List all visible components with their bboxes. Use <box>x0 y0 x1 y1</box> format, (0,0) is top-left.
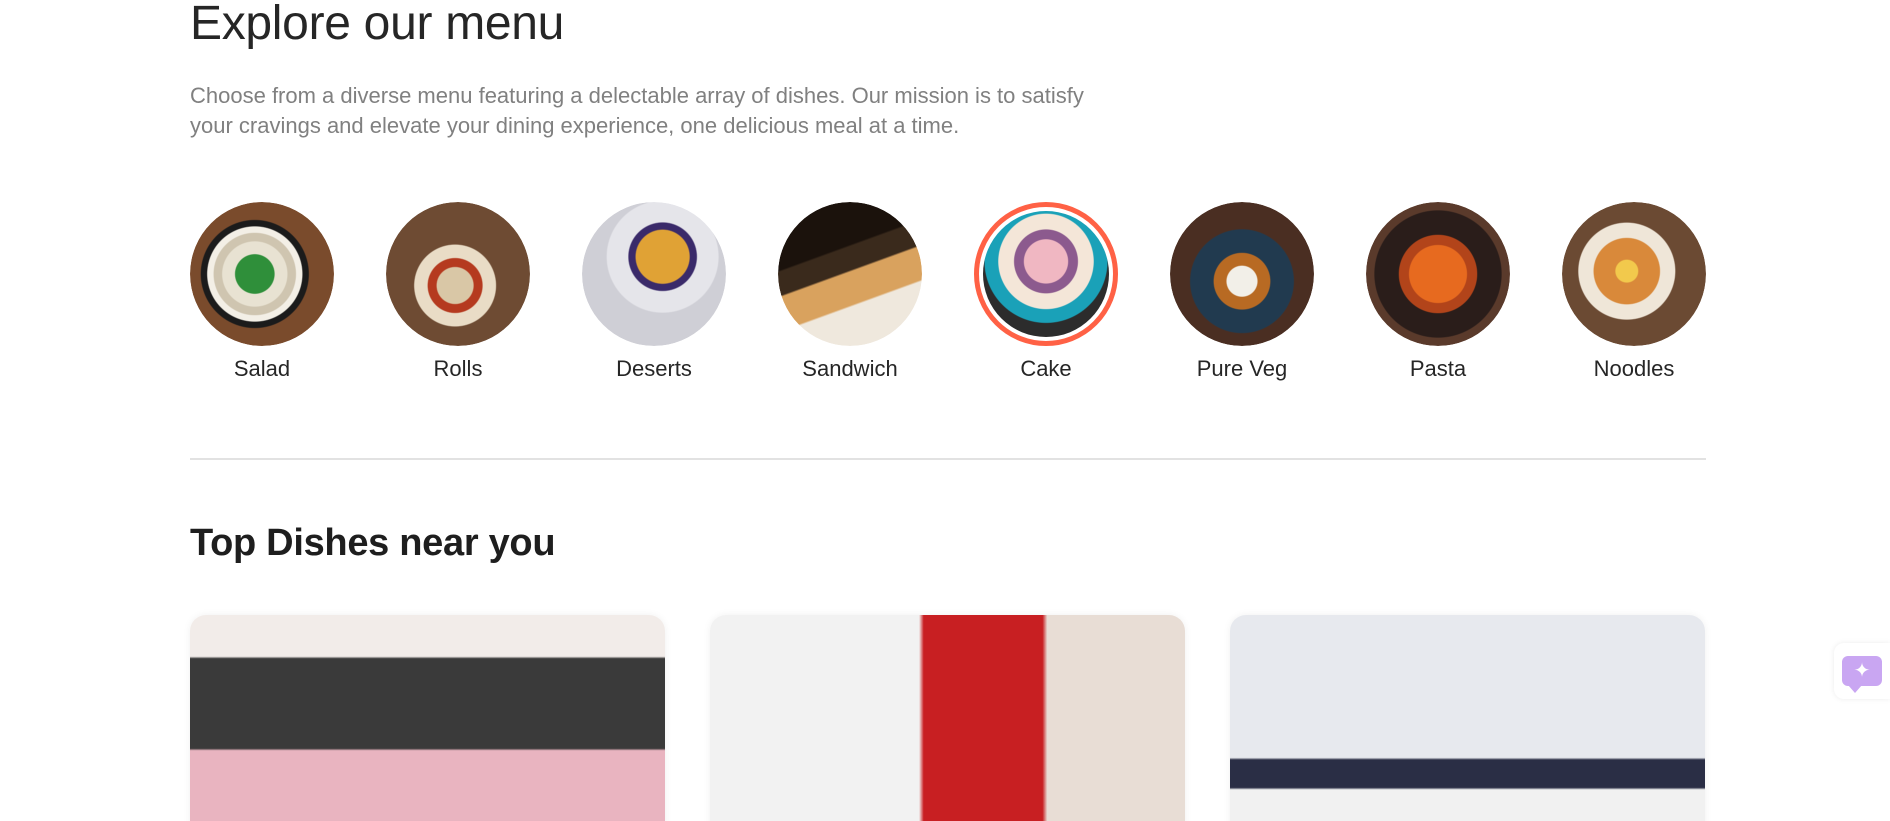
explore-menu-description: Choose from a diverse menu featuring a d… <box>190 83 1084 138</box>
category-sandwich[interactable]: Sandwich <box>778 202 922 382</box>
dish-card-1[interactable] <box>190 615 665 821</box>
category-rolls[interactable]: Rolls <box>386 202 530 382</box>
category-pure-veg-image <box>1170 202 1314 346</box>
category-label: Pure Veg <box>1196 356 1288 381</box>
category-pasta[interactable]: Pasta <box>1366 202 1510 382</box>
category-label: Rolls <box>433 356 483 381</box>
explore-menu-title: Explore our menu <box>190 0 565 50</box>
category-salad-image <box>190 202 334 346</box>
category-label: Noodles <box>1593 356 1675 381</box>
category-noodles-image <box>1562 202 1706 346</box>
category-rolls-image <box>386 202 530 346</box>
category-label: Sandwich <box>802 356 898 381</box>
dish-card-2[interactable] <box>710 615 1185 821</box>
dish-image <box>190 615 665 821</box>
category-pure-veg[interactable]: Pure Veg <box>1170 202 1314 382</box>
category-cake[interactable]: Cake <box>974 202 1118 382</box>
dish-image <box>710 615 1185 821</box>
dish-card-3[interactable] <box>1230 615 1705 821</box>
category-label: Deserts <box>616 356 692 381</box>
category-label: Cake <box>1020 356 1072 381</box>
category-deserts[interactable]: Deserts <box>582 202 726 382</box>
page: Explore our menu Choose from a diverse m… <box>0 0 1890 821</box>
menu-category-list: Salad Rolls Deserts Sandwich Cake Pure V… <box>190 202 1706 392</box>
sparkle-chat-icon: ✦ <box>1842 656 1882 693</box>
category-cake-image <box>974 202 1118 346</box>
category-sandwich-image <box>778 202 922 346</box>
category-label: Salad <box>233 356 291 381</box>
top-dishes-title: Top Dishes near you <box>190 522 556 564</box>
assistant-chat-button[interactable]: ✦ <box>1834 643 1890 699</box>
section-divider <box>190 458 1706 460</box>
category-deserts-image <box>582 202 726 346</box>
category-noodles[interactable]: Noodles <box>1562 202 1706 382</box>
category-label: Pasta <box>1409 356 1467 381</box>
dish-image <box>1230 615 1705 821</box>
category-pasta-image <box>1366 202 1510 346</box>
category-salad[interactable]: Salad <box>190 202 334 382</box>
